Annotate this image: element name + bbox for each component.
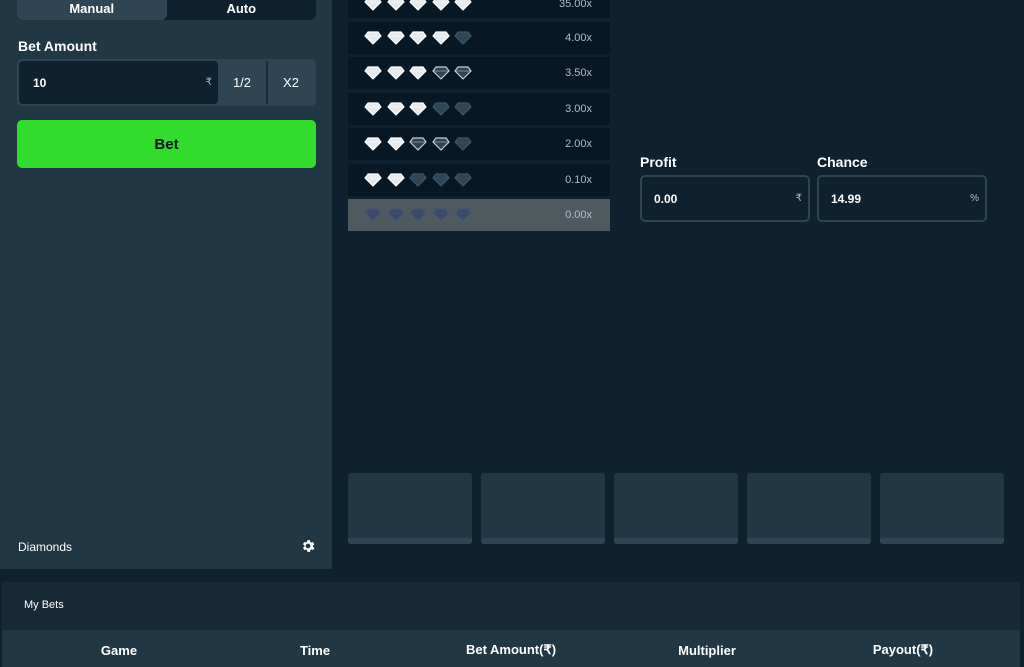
bet-amount-label: Bet Amount (18, 38, 97, 54)
column-multiplier: Multiplier (678, 642, 736, 658)
payout-row: 35.00x (348, 0, 610, 18)
column-bet-amount: Bet Amount(₹) (465, 642, 557, 657)
diamond-icon (386, 172, 405, 187)
diamond-icon (364, 137, 382, 151)
column-payout: Payout(₹) (872, 642, 934, 657)
diamond-icon (454, 208, 472, 222)
diamond-icon (409, 30, 427, 45)
mode-tabs: Manual Auto (17, 0, 316, 20)
diamond-icon (386, 101, 405, 116)
diamond-tile (614, 473, 738, 544)
payout-row: 4.00x (348, 21, 610, 54)
diamond-icon (386, 66, 405, 80)
bet-amount-input[interactable] (19, 61, 189, 104)
column-game: Game (100, 642, 138, 658)
diamond-icon (386, 30, 405, 45)
diamond-icon (454, 30, 472, 45)
column-time: Time (299, 642, 331, 658)
diamond-icon (454, 101, 472, 116)
payout-table: 35.00x 4.00x 3.50x 3.00x 2.00x 0.10x 0.00x (348, 0, 610, 235)
payout-multiplier: 2.00x (565, 138, 592, 150)
double-bet-button[interactable]: X2 (266, 61, 314, 104)
chance-value: 14.99 (831, 191, 862, 206)
profit-currency: ₹ (795, 193, 802, 204)
control-panel: Manual Auto Bet Amount ₹ 1/2 X2 Bet Diam… (0, 0, 332, 569)
payout-multiplier: 0.00x (565, 209, 592, 221)
tab-auto[interactable]: Auto (167, 0, 317, 20)
payout-row: 2.00x (348, 128, 610, 160)
diamond-icon (454, 137, 472, 151)
bets-table-header: Game Time Bet Amount(₹) Multiplier Payou… (2, 630, 1020, 667)
profit-field: 0.00 ₹ (640, 175, 810, 222)
payout-multiplier: 3.00x (565, 102, 592, 115)
diamond-tile (880, 473, 1004, 544)
chance-percent: % (970, 193, 979, 204)
profit-value: 0.00 (654, 191, 678, 206)
diamond-icon (431, 30, 450, 45)
diamond-icon (431, 137, 450, 151)
diamond-icon (386, 0, 405, 11)
diamond-icon (364, 30, 382, 45)
diamond-icon (431, 101, 450, 116)
diamond-icon (386, 208, 405, 222)
game-name: Diamonds (18, 540, 73, 554)
tab-manual[interactable]: Manual (17, 0, 167, 20)
diamond-icon (364, 101, 382, 116)
diamond-icon (454, 0, 472, 11)
half-bet-button[interactable]: 1/2 (218, 61, 266, 104)
diamond-icon (364, 66, 382, 80)
diamond-icon (454, 66, 472, 80)
diamond-icon (431, 0, 450, 11)
diamond-tile (348, 473, 472, 544)
diamond-icon (364, 172, 382, 187)
payout-row: 0.10x (348, 163, 610, 196)
diamond-tile (747, 473, 871, 544)
diamond-icon (431, 66, 450, 80)
diamond-icon (431, 172, 450, 187)
payout-multiplier: 35.00x (558, 0, 592, 10)
payout-row: 3.50x (348, 57, 610, 89)
diamond-icon (409, 137, 427, 151)
chance-label: Chance (817, 154, 868, 170)
bet-button[interactable]: Bet (17, 120, 316, 168)
gear-icon[interactable] (300, 538, 316, 554)
diamond-icon (409, 0, 427, 11)
payout-row: 3.00x (348, 92, 610, 125)
bet-amount-row: ₹ 1/2 X2 (17, 59, 316, 106)
diamond-icon (431, 208, 450, 222)
profit-label: Profit (640, 154, 677, 170)
my-bets-panel: My Bets Game Time Bet Amount(₹) Multipli… (2, 582, 1020, 667)
diamond-icon (409, 172, 427, 187)
diamond-icon (386, 137, 405, 151)
diamond-icon (454, 172, 472, 187)
payout-multiplier: 4.00x (565, 31, 592, 44)
payout-multiplier: 3.50x (565, 67, 592, 79)
diamond-icon (409, 208, 427, 222)
payout-row: 0.00x (348, 199, 610, 231)
diamond-icon (364, 208, 382, 222)
diamond-icon (364, 0, 382, 11)
chance-field: 14.99 % (817, 175, 987, 222)
diamond-icon (409, 66, 427, 80)
payout-multiplier: 0.10x (565, 173, 592, 186)
currency-symbol: ₹ (205, 77, 212, 88)
diamond-tile (481, 473, 605, 544)
my-bets-title[interactable]: My Bets (24, 599, 64, 611)
diamond-icon (409, 101, 427, 116)
bet-amount-field: ₹ (19, 61, 218, 104)
